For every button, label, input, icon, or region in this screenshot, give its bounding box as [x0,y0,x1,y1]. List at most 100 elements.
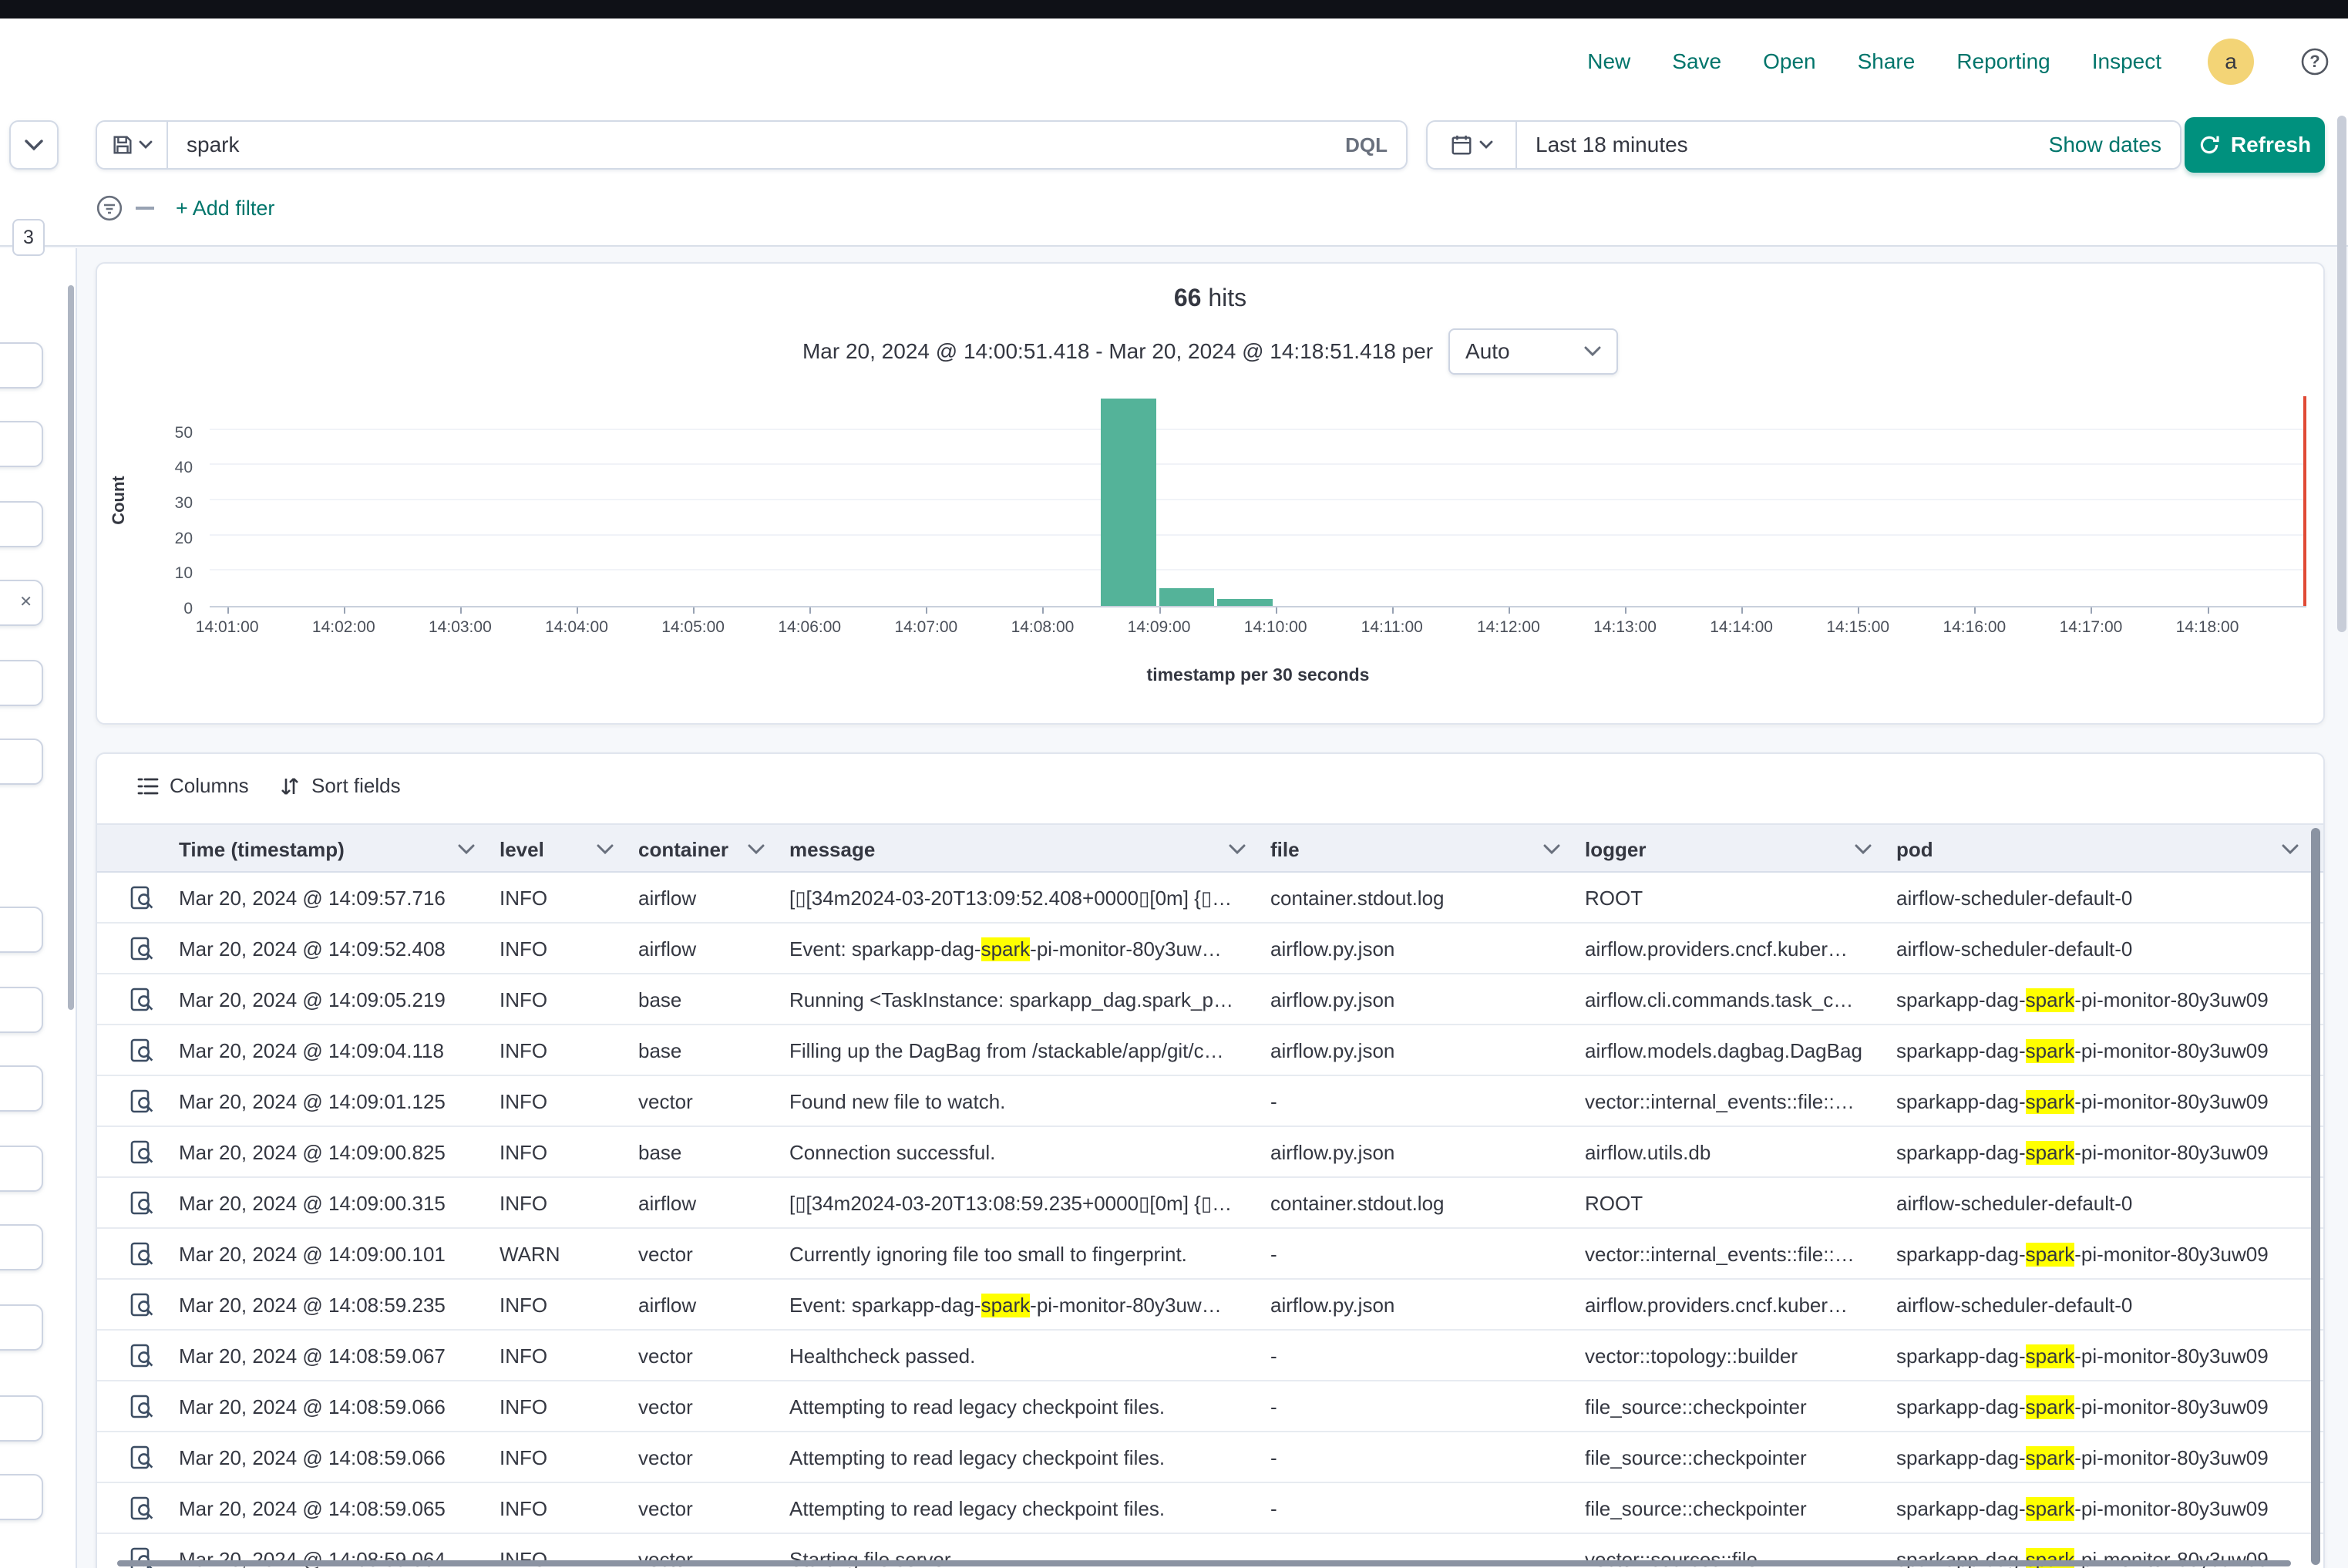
cell-level: INFO [487,1280,626,1331]
close-icon[interactable]: ✕ [19,592,32,611]
cell-message: Event: sparkapp-dag-spark-pi-monitor-80y… [777,924,1258,974]
inspect-document-button[interactable] [117,1483,167,1534]
x-tick-mark [2091,607,2092,614]
cell-time: Mar 20, 2024 @ 14:08:59.067 [167,1331,487,1381]
column-header-logger[interactable]: logger [1573,825,1884,874]
histogram-bar[interactable] [1217,599,1273,606]
chevron-down-icon[interactable] [449,844,475,855]
chevron-down-icon[interactable] [1219,844,1246,855]
cell-time: Mar 20, 2024 @ 14:09:00.315 [167,1178,487,1229]
query-input[interactable] [168,122,1327,168]
column-header-container[interactable]: container [626,825,777,874]
inspect-document-button[interactable] [117,1432,167,1483]
chevron-down-icon[interactable] [738,844,765,855]
sort-icon [279,776,301,797]
cell-level: INFO [487,1025,626,1076]
inspect-document-button[interactable] [117,1025,167,1076]
highlighted-term: spark [981,937,1031,961]
column-header-time[interactable]: Time (timestamp) [167,825,487,874]
chevron-down-icon [25,139,43,151]
cell-logger: vector::internal_events::file::… [1573,1229,1884,1280]
field-chip[interactable] [0,421,43,467]
x-tick-label: 14:10:00 [1244,618,1307,637]
cell-time: Mar 20, 2024 @ 14:08:59.066 [167,1432,487,1483]
inspect-document-button[interactable] [117,1178,167,1229]
inspect-document-button[interactable] [117,1381,167,1432]
field-chip[interactable] [0,501,43,547]
help-icon[interactable]: ? [2300,47,2329,76]
add-filter-button[interactable]: + Add filter [176,197,274,220]
inspect-document-button[interactable] [117,1229,167,1280]
column-header-pod[interactable]: pod [1884,825,2311,874]
chevron-down-icon[interactable] [1845,844,1872,855]
table-vertical-scrollbar[interactable] [2311,828,2320,1565]
field-chip[interactable] [0,1304,43,1351]
inspect-document-button[interactable] [117,1127,167,1178]
cell-pod: sparkapp-dag-spark-pi-monitor-80y3uw09 [1884,1229,2311,1280]
topnav-link-new[interactable]: New [1587,49,1630,74]
field-chip[interactable] [0,1146,43,1192]
histogram-bar[interactable] [1101,399,1156,606]
collapse-panel-button[interactable] [9,120,59,170]
topnav-link-share[interactable]: Share [1858,49,1916,74]
refresh-button[interactable]: Refresh [2185,117,2325,173]
topnav-link-open[interactable]: Open [1763,49,1816,74]
show-dates-button[interactable]: Show dates [2049,133,2180,157]
column-header-message[interactable]: message [777,825,1258,874]
cell-message: [▯[34m2024-03-20T13:08:59.235+0000▯[0m] … [777,1178,1258,1229]
x-axis-title: timestamp per 30 seconds [210,665,2306,685]
sort-fields-button[interactable]: Sort fields [279,774,401,798]
field-chip[interactable] [0,1065,43,1112]
chevron-down-icon[interactable] [1534,844,1560,855]
field-chip[interactable] [0,739,43,785]
inspect-document-button[interactable] [117,1076,167,1127]
refresh-icon [2198,134,2220,156]
filter-icon[interactable] [96,194,123,222]
table-horizontal-scrollbar[interactable] [117,1560,2291,1566]
field-chip[interactable] [0,907,43,953]
window-scrollbar[interactable] [2337,116,2346,632]
inspect-document-button[interactable] [117,873,167,924]
field-chip[interactable] [0,1395,43,1442]
table-body: Mar 20, 2024 @ 14:09:57.716INFOairflow[▯… [97,873,2325,1568]
date-quick-select-button[interactable] [1428,122,1517,168]
field-chip[interactable]: ✕ [0,580,43,626]
highlighted-term: spark [2026,1090,2075,1114]
chevron-down-icon[interactable] [587,844,614,855]
topnav-link-reporting[interactable]: Reporting [1956,49,2050,74]
query-language-button[interactable]: DQL [1327,133,1406,157]
x-tick-mark [1042,607,1044,614]
column-header-level[interactable]: level [487,825,626,874]
sidebar-scrollbar[interactable] [68,285,74,1010]
inspect-document-button[interactable] [117,924,167,974]
x-tick-mark [1625,607,1626,614]
columns-button[interactable]: Columns [137,774,249,798]
documents-table-panel: Columns Sort fields Time (timestamp)leve… [96,752,2325,1568]
cell-file: container.stdout.log [1258,873,1573,924]
x-tick-label: 14:05:00 [661,618,725,637]
gridline [210,463,2306,465]
inspect-document-button[interactable] [117,1280,167,1331]
field-chip[interactable] [0,660,43,706]
column-header-file[interactable]: file [1258,825,1573,874]
field-chip[interactable] [0,987,43,1033]
chevron-down-icon[interactable] [2272,844,2299,855]
topnav-link-save[interactable]: Save [1672,49,1721,74]
field-chip[interactable] [0,342,43,389]
time-range-value[interactable]: Last 18 minutes [1517,133,1688,157]
y-tick-label: 20 [146,530,193,548]
field-chip[interactable] [0,1474,43,1520]
cell-time: Mar 20, 2024 @ 14:09:57.716 [167,873,487,924]
field-chip[interactable] [0,1224,43,1270]
x-tick-mark [460,607,462,614]
cell-message: Filling up the DagBag from /stackable/ap… [777,1025,1258,1076]
cell-time: Mar 20, 2024 @ 14:09:05.219 [167,974,487,1025]
inspect-document-button[interactable] [117,974,167,1025]
user-avatar[interactable]: a [2208,39,2254,85]
saved-query-menu-button[interactable] [97,122,168,168]
topnav-link-inspect[interactable]: Inspect [2092,49,2161,74]
interval-select[interactable]: Auto [1448,328,1618,375]
cell-level: INFO [487,1127,626,1178]
inspect-document-button[interactable] [117,1331,167,1381]
histogram-bar[interactable] [1159,588,1215,606]
